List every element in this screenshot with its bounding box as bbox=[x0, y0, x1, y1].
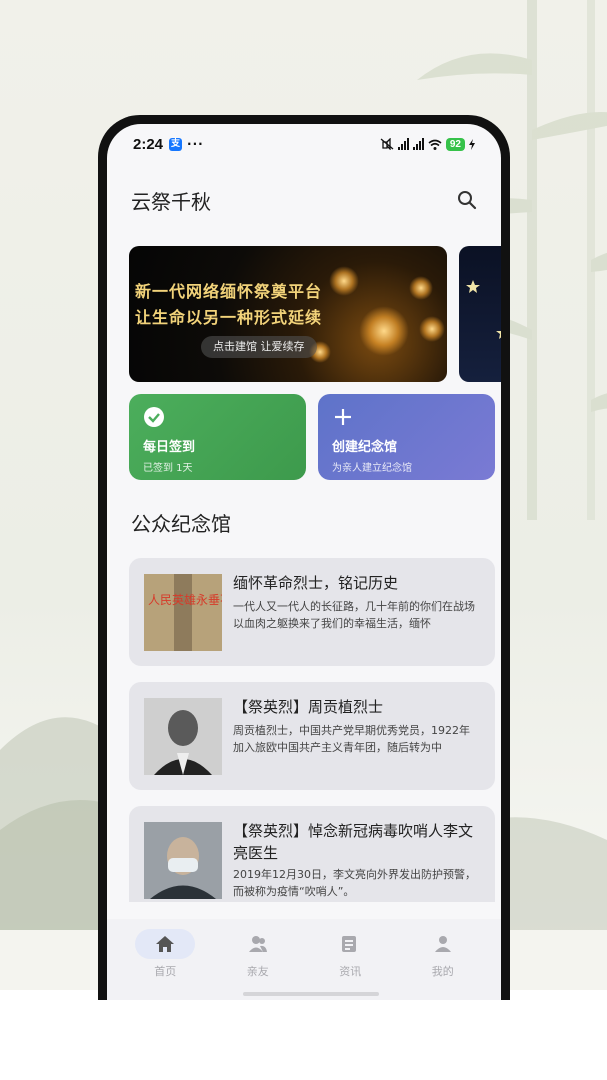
search-icon bbox=[458, 191, 477, 210]
phone-frame: 2:24 支 ··· 92 云祭千秋 新一代网络缅怀祭奠平台 让生命以另一种形式… bbox=[98, 115, 510, 1000]
app-header: 云祭千秋 bbox=[107, 180, 501, 220]
create-memorial-subtitle: 为亲人建立纪念馆 bbox=[332, 463, 412, 474]
tab-label: 资讯 bbox=[339, 965, 362, 978]
tab-news[interactable]: 资讯 bbox=[304, 929, 397, 1000]
daily-sign-in-card[interactable]: 每日签到 已签到 1天 bbox=[129, 394, 306, 480]
mute-icon bbox=[380, 138, 394, 150]
portrait-image bbox=[144, 698, 222, 775]
tab-friends[interactable]: 亲友 bbox=[212, 929, 305, 1000]
section-title: 公众纪念馆 bbox=[131, 512, 231, 536]
candle-light bbox=[419, 316, 445, 342]
create-memorial-title: 创建纪念馆 bbox=[332, 440, 398, 455]
battery-icon: 92 bbox=[445, 137, 465, 151]
friends-icon bbox=[248, 936, 267, 952]
bottom-tab-bar: 首页 亲友 资讯 我的 bbox=[107, 919, 501, 1000]
banner-slide-next[interactable] bbox=[459, 246, 501, 382]
charging-icon bbox=[469, 138, 475, 150]
status-bar: 2:24 支 ··· 92 bbox=[107, 124, 501, 164]
banner-cta-button[interactable]: 点击建馆 让爱续存 bbox=[201, 336, 317, 358]
plus-icon bbox=[335, 409, 351, 425]
monument-image: 人民英雄永垂不朽 bbox=[144, 574, 222, 651]
banner-slide[interactable]: 新一代网络缅怀祭奠平台 让生命以另一种形式延续 点击建馆 让爱续存 bbox=[129, 246, 447, 382]
status-indicators: 92 bbox=[380, 137, 475, 151]
tab-home[interactable]: 首页 bbox=[119, 929, 212, 1000]
wifi-icon bbox=[428, 139, 442, 150]
memorial-title: 缅怀革命烈士，铭记历史 bbox=[233, 574, 399, 592]
memorial-item[interactable]: 【祭英烈】悼念新冠病毒吹哨人李文亮医生 2019年12月30日，李文亮向外界发出… bbox=[129, 806, 495, 902]
memorial-desc: 一代人又一代人的长征路，几十年前的你们在战场以血肉之躯换来了我们的幸福生活，缅怀 bbox=[233, 600, 475, 630]
check-circle-icon bbox=[144, 407, 164, 427]
memorial-desc: 周贡植烈士，中国共产党早期优秀党员，1922年加入旅欧中国共产主义青年团，随后转… bbox=[233, 724, 470, 754]
memorial-item[interactable]: 人民英雄永垂不朽 缅怀革命烈士，铭记历史 一代人又一代人的长征路，几十年前的你们… bbox=[129, 558, 495, 666]
more-notifications-icon: ··· bbox=[187, 137, 204, 151]
banner-headline: 新一代网络缅怀祭奠平台 bbox=[135, 282, 323, 301]
tab-label: 我的 bbox=[431, 965, 454, 978]
tab-label: 首页 bbox=[154, 965, 177, 978]
profile-icon bbox=[434, 936, 451, 952]
banner-subheadline: 让生命以另一种形式延续 bbox=[135, 308, 323, 327]
status-time: 2:24 bbox=[133, 135, 164, 153]
signal-icon bbox=[412, 138, 424, 150]
candle-light bbox=[329, 266, 359, 296]
tab-profile[interactable]: 我的 bbox=[397, 929, 490, 1000]
candle-light bbox=[359, 306, 409, 356]
banner-carousel[interactable]: 新一代网络缅怀祭奠平台 让生命以另一种形式延续 点击建馆 让爱续存 bbox=[129, 246, 501, 384]
sign-in-title: 每日签到 bbox=[143, 440, 196, 455]
home-icon bbox=[156, 936, 175, 952]
create-memorial-card[interactable]: 创建纪念馆 为亲人建立纪念馆 bbox=[318, 394, 495, 480]
phone-screen: 2:24 支 ··· 92 云祭千秋 新一代网络缅怀祭奠平台 让生命以另一种形式… bbox=[107, 124, 501, 1000]
memorial-title: 【祭英烈】周贡植烈士 bbox=[233, 698, 384, 716]
portrait-image bbox=[144, 822, 222, 899]
star-icon bbox=[466, 280, 501, 339]
signal-icon bbox=[397, 138, 409, 150]
bottom-background bbox=[0, 990, 607, 1080]
candle-light bbox=[409, 276, 433, 300]
search-button[interactable] bbox=[455, 188, 479, 212]
news-icon bbox=[342, 936, 357, 952]
app-title: 云祭千秋 bbox=[131, 189, 211, 214]
memorial-title: 【祭英烈】悼念新冠病毒吹哨人李文亮医生 bbox=[233, 822, 474, 862]
thumb-inscription: 人民英雄永垂不朽 bbox=[148, 592, 222, 607]
quick-actions: 每日签到 已签到 1天 创建纪念馆 为亲人建立纪念馆 bbox=[129, 394, 495, 480]
home-indicator[interactable] bbox=[243, 992, 379, 996]
memorial-item[interactable]: 【祭英烈】周贡植烈士 周贡植烈士，中国共产党早期优秀党员，1922年加入旅欧中国… bbox=[129, 682, 495, 790]
alipay-icon: 支 bbox=[169, 137, 183, 151]
sign-in-subtitle: 已签到 1天 bbox=[143, 463, 193, 474]
memorial-desc: 2019年12月30日，李文亮向外界发出防护预警，而被称为疫情“吹哨人”。 bbox=[233, 868, 476, 898]
tab-label: 亲友 bbox=[246, 965, 269, 978]
